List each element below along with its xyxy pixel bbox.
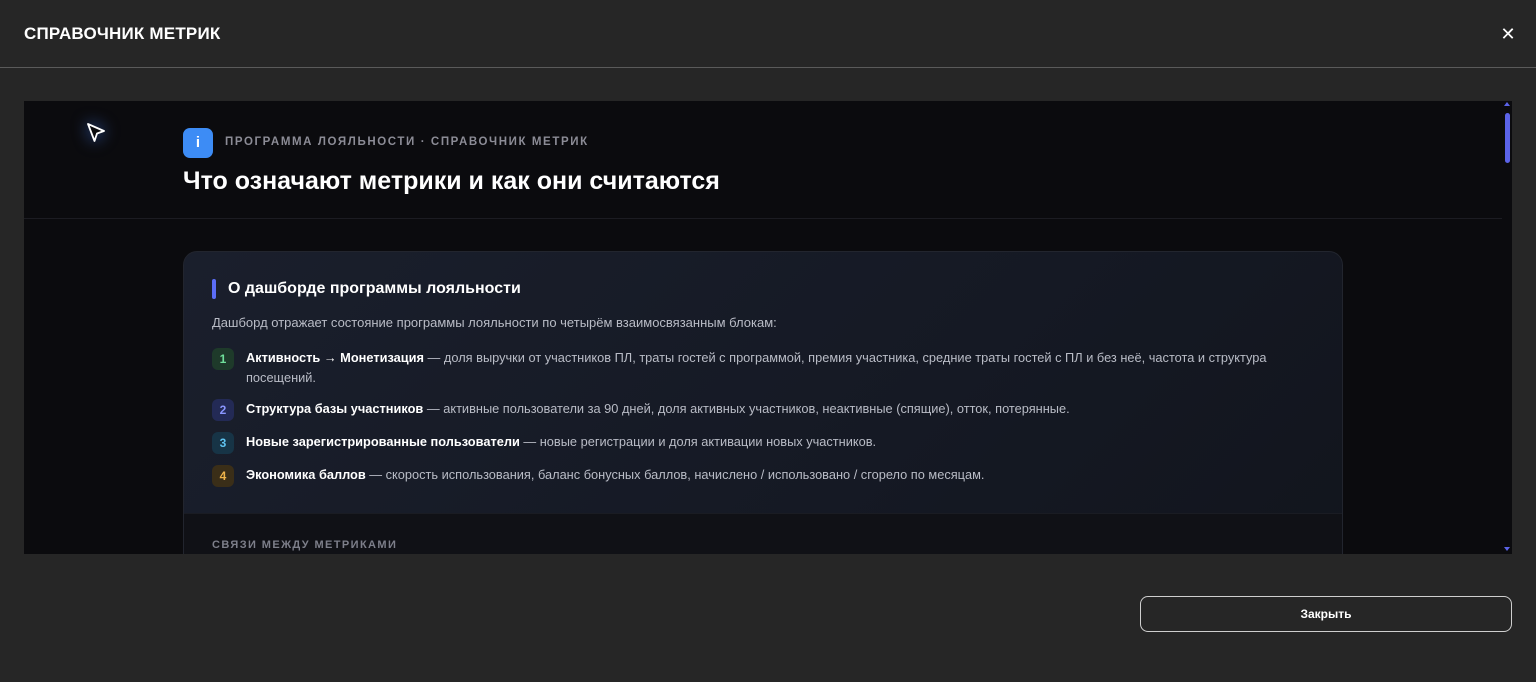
item-text: Активность → Монетизация — доля выручки …	[246, 348, 1306, 388]
page-header: i ПРОГРАММА ЛОЯЛЬНОСТИ · СПРАВОЧНИК МЕТР…	[24, 101, 1502, 219]
item-description: — активные пользователи за 90 дней, доля…	[423, 401, 1070, 416]
item-number: 1	[212, 348, 234, 370]
dashboard-info-card: О дашборде программы лояльности Дашборд …	[183, 251, 1343, 554]
card-intro: Дашборд отражает состояние программы лоя…	[212, 315, 777, 330]
cursor-icon	[87, 123, 105, 142]
close-icon[interactable]: ✕	[1498, 24, 1518, 44]
info-icon: i	[183, 128, 213, 158]
section-label: СВЯЗИ МЕЖДУ МЕТРИКАМИ	[212, 539, 398, 551]
item-title: Новые зарегистрированные пользователи	[246, 434, 520, 449]
close-button[interactable]: Закрыть	[1140, 596, 1512, 632]
content-frame[interactable]: i ПРОГРАММА ЛОЯЛЬНОСТИ · СПРАВОЧНИК МЕТР…	[24, 101, 1512, 554]
item-title: Экономика баллов	[246, 467, 366, 482]
item-title: Структура базы участников	[246, 401, 424, 416]
scroll-thumb[interactable]	[1505, 113, 1510, 163]
item-number: 3	[212, 432, 234, 454]
modal-title: СПРАВОЧНИК МЕТРИК	[24, 24, 221, 43]
item-description: — скорость использования, баланс бонусны…	[365, 467, 985, 482]
metric-links-section: СВЯЗИ МЕЖДУ МЕТРИКАМИ	[184, 513, 1342, 554]
item-title: Активность → Монетизация	[246, 350, 424, 365]
eyebrow-label: ПРОГРАММА ЛОЯЛЬНОСТИ · СПРАВОЧНИК МЕТРИК	[225, 136, 589, 148]
item-text: Новые зарегистрированные пользователи — …	[246, 432, 1306, 452]
item-number: 2	[212, 399, 234, 421]
item-text: Экономика баллов — скорость использовани…	[246, 465, 1306, 485]
item-description: — новые регистрации и доля активации нов…	[519, 434, 877, 449]
scroll-up-icon[interactable]	[1504, 102, 1510, 106]
item-number: 4	[212, 465, 234, 487]
card-title: О дашборде программы лояльности	[228, 280, 521, 297]
page-title: Что означают метрики и как они считаются	[183, 167, 720, 195]
item-text: Структура базы участников — активные пол…	[246, 399, 1306, 419]
vertical-scrollbar[interactable]	[1502, 101, 1512, 554]
card-accent-bar	[212, 279, 216, 299]
scroll-down-icon[interactable]	[1504, 547, 1510, 551]
modal-header: СПРАВОЧНИК МЕТРИК ✕	[0, 0, 1536, 68]
